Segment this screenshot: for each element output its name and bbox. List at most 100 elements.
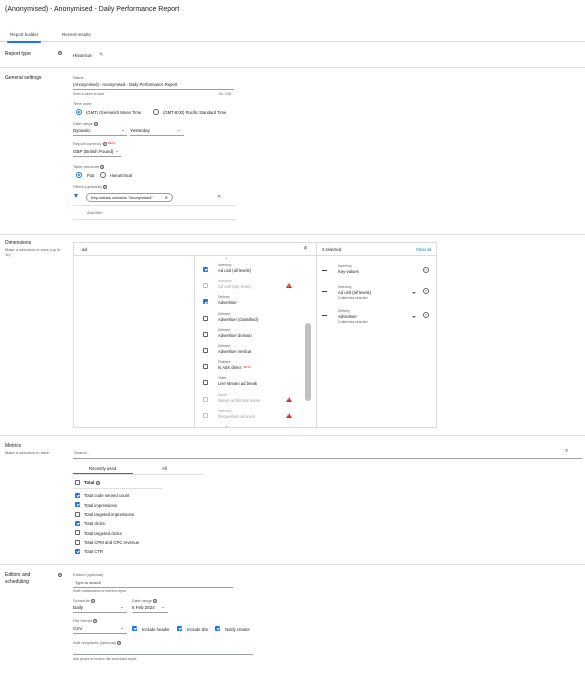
date-range-type-dropdown[interactable]: Dynamic xyxy=(73,128,91,133)
tz-pst-radio[interactable] xyxy=(153,109,159,115)
remove-dimension-icon[interactable]: × xyxy=(423,267,429,273)
metric-checkbox[interactable] xyxy=(75,511,80,517)
metric-label: Total clicks xyxy=(84,521,105,527)
filter-icon xyxy=(74,194,78,198)
include-ids-checkbox[interactable] xyxy=(177,626,182,631)
remove-dimension-icon[interactable]: × xyxy=(423,288,429,294)
dimension-checkbox xyxy=(203,396,208,402)
dimension-category: Native xyxy=(218,392,228,397)
dimension-checkbox[interactable] xyxy=(203,315,208,321)
close-icon[interactable]: ✕ xyxy=(165,194,168,202)
help-icon[interactable]: ? xyxy=(93,618,98,623)
dimension-name: Ad unit (top level) xyxy=(218,284,251,289)
metric-checkbox[interactable] xyxy=(75,530,80,536)
tab-recent-results[interactable]: Recent results xyxy=(62,32,91,37)
selected-dimension[interactable]: Delivery Advertiser 0 attributes selected × xyxy=(322,309,432,327)
metric-checkbox[interactable] xyxy=(75,548,80,554)
help-icon[interactable]: ? xyxy=(152,598,157,603)
add-filter-button[interactable]: Add filter xyxy=(87,210,103,215)
editors-hint: Invite collaborators to edit this report xyxy=(73,589,127,593)
dimension-checkbox[interactable] xyxy=(203,380,208,386)
chevron-up-icon[interactable]: ⌃ xyxy=(225,257,228,262)
chevron-down-icon[interactable] xyxy=(412,292,416,294)
remove-filter-icon[interactable]: ✕ xyxy=(217,194,221,200)
help-icon[interactable]: ? xyxy=(102,184,107,189)
tab-all[interactable]: All xyxy=(162,466,167,471)
help-icon[interactable]: ? xyxy=(102,141,107,146)
date-range-label: Date range ? xyxy=(73,121,98,126)
selected-dimension-category: Delivery xyxy=(338,309,350,313)
include-header-checkbox[interactable] xyxy=(132,626,137,631)
metric-checkbox[interactable] xyxy=(75,539,80,545)
metrics-search-input[interactable]: Search... xyxy=(74,450,90,455)
metric-checkbox[interactable] xyxy=(75,493,80,498)
tz-gmt-radio[interactable] xyxy=(76,109,82,115)
dimension-category: Inventory xyxy=(218,279,232,284)
metrics-label: Metrics xyxy=(5,443,22,449)
dimension-option[interactable]: Delivery Advertiser vertical xyxy=(203,344,303,358)
currency-dropdown[interactable]: GBP (British Pound) xyxy=(73,149,113,154)
name-counter: 50 / 128 xyxy=(219,92,231,96)
help-icon[interactable]: ? xyxy=(93,121,98,126)
dimension-option[interactable]: Delivery Advertiser xyxy=(203,295,303,309)
filters-label: Filters (optional) ? xyxy=(73,184,107,189)
dimension-name-text: Ad unit (all levels) xyxy=(218,268,252,273)
start-date-dropdown[interactable]: 6 Feb 2024 xyxy=(132,605,155,610)
tab-recently-used[interactable]: Recently used xyxy=(89,466,116,471)
tab-report-builder[interactable]: Report builder xyxy=(6,32,42,43)
chevron-down-icon[interactable]: ⌄ xyxy=(225,423,228,428)
metric-label: Total CPM and CPC revenue xyxy=(84,539,140,545)
structure-flat-radio[interactable] xyxy=(76,172,82,178)
editors-search-input[interactable]: Type to search xyxy=(75,580,101,585)
selected-dimension[interactable]: Inventory Ad unit (all levels) 0 attribute… xyxy=(322,285,432,303)
date-range-period-dropdown[interactable]: Yesterday xyxy=(130,128,150,133)
chevron-down-icon[interactable] xyxy=(412,316,416,318)
total-checkbox[interactable] xyxy=(75,480,80,485)
clear-all-link[interactable]: Clear all xyxy=(416,247,431,252)
help-icon[interactable]: ? xyxy=(117,640,122,645)
page-title: (Anonymised) - Anonymised - Daily Perfor… xyxy=(5,6,180,13)
schedule-dropdown[interactable]: Daily xyxy=(73,605,83,610)
remove-dimension-icon[interactable]: × xyxy=(423,312,429,318)
dimension-option[interactable]: Inventory Ad unit (all levels) xyxy=(203,263,303,277)
file-format-label: File format ? xyxy=(73,618,98,623)
help-icon[interactable]: ? xyxy=(100,164,105,169)
tab-bar: Report builder Recent results xyxy=(0,28,585,43)
metric-checkbox[interactable] xyxy=(75,520,80,526)
chevron-down-icon xyxy=(178,130,180,131)
drag-handle-icon[interactable] xyxy=(322,315,327,316)
filter-chip[interactable]: Key-values contains "Anonymised" ✕ xyxy=(86,193,173,202)
edit-icon[interactable]: ✎ xyxy=(99,52,103,58)
dimensions-search-input[interactable]: ad xyxy=(82,247,87,252)
dimension-checkbox[interactable] xyxy=(203,364,208,370)
dimension-option[interactable]: Delivery Advertiser domain xyxy=(203,328,303,342)
dimension-name: Native ad format name xyxy=(218,398,260,403)
clear-search-icon[interactable]: ✕ xyxy=(303,245,308,252)
dimension-name: Advertiser (classified) xyxy=(218,317,258,322)
notify-creator-checkbox[interactable] xyxy=(215,626,220,631)
dimension-option[interactable]: Delivery Advertiser (classified) xyxy=(203,312,303,326)
name-input[interactable]: (Anonymised) - Anonymised - Daily Perfor… xyxy=(73,82,177,87)
dimension-option[interactable]: Platform Is AdX direct BETA xyxy=(203,360,303,374)
dimension-checkbox[interactable] xyxy=(203,331,208,337)
drag-handle-icon[interactable] xyxy=(322,291,327,292)
scrollbar[interactable] xyxy=(305,323,311,401)
help-icon[interactable]: ? xyxy=(95,480,100,485)
help-icon[interactable]: ? xyxy=(58,51,62,55)
drag-handle-icon[interactable] xyxy=(322,270,327,271)
structure-hierarchical-radio[interactable] xyxy=(100,172,106,178)
file-format-dropdown[interactable]: CSV xyxy=(73,626,82,631)
help-icon[interactable]: ? xyxy=(58,573,62,577)
help-icon[interactable]: ? xyxy=(90,598,95,603)
dimension-name-text: Ad unit (top level) xyxy=(218,284,251,290)
report-type-label: Report type xyxy=(5,51,31,57)
dimension-checkbox[interactable] xyxy=(203,299,208,305)
metric-checkbox[interactable] xyxy=(75,502,80,508)
dimension-option[interactable]: Video Live stream ad break xyxy=(203,376,303,390)
dimension-name-text: Advertiser domain xyxy=(218,332,252,338)
dimension-checkbox[interactable] xyxy=(203,267,208,272)
search-icon[interactable]: ⌕ xyxy=(565,448,568,455)
dimension-category: Delivery xyxy=(218,311,230,316)
dimension-checkbox[interactable] xyxy=(203,348,208,353)
selected-dimension[interactable]: Inventory Key-values × xyxy=(322,264,432,282)
